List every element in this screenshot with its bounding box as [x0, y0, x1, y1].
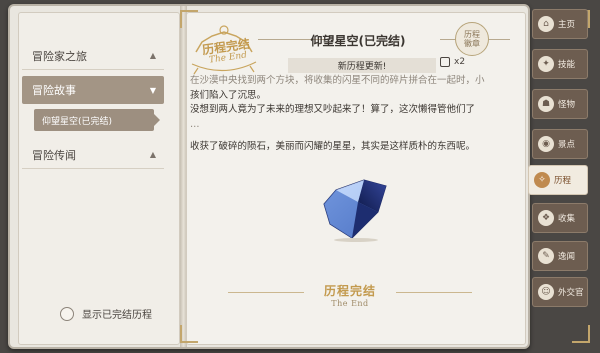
- update-banner: 新历程更新!: [288, 58, 436, 73]
- tab-label: 收集: [558, 214, 576, 224]
- radio-circle-icon[interactable]: [60, 306, 74, 321]
- badge-line: 历程: [464, 30, 480, 39]
- tab-collection[interactable]: ❖ 收集: [532, 203, 588, 233]
- edit-icon: [440, 57, 450, 67]
- tab-label: 主页: [558, 20, 576, 30]
- scenic-icon: ◉: [538, 136, 554, 152]
- corner-ornament: [572, 325, 590, 343]
- end-subtitle: The End: [331, 299, 369, 308]
- tab-label: 怪物: [558, 100, 576, 110]
- nav-item-label: 冒险故事: [32, 84, 76, 97]
- tab-monsters[interactable]: ☗ 怪物: [532, 89, 588, 119]
- end-divider: [396, 292, 472, 293]
- nav-item-label: 冒险家之旅: [32, 49, 87, 63]
- anecdote-icon: ✎: [538, 248, 554, 264]
- monster-icon: ☗: [538, 96, 554, 112]
- reward-count: x2: [454, 57, 466, 67]
- nav-item-adventurer-journey[interactable]: 冒险家之旅 ▲: [22, 42, 164, 70]
- toggle-label: 显示已完结历程: [82, 310, 152, 321]
- nav-subitem-label: 仰望星空(已完结): [42, 116, 113, 127]
- tab-journey[interactable]: ✧ 历程: [528, 165, 588, 195]
- tab-skills[interactable]: ✦ 技能: [532, 49, 588, 79]
- nav-item-label: 冒险传闻: [32, 148, 76, 162]
- tab-label: 景点: [558, 140, 576, 150]
- corner-ornament: [180, 325, 198, 343]
- home-icon: ⌂: [538, 16, 554, 32]
- meteorite-gem-icon: [323, 179, 387, 242]
- page-title: 仰望星空(已完结): [310, 34, 406, 48]
- tab-home[interactable]: ⌂ 主页: [532, 9, 588, 39]
- collect-icon: ❖: [538, 210, 554, 226]
- journey-icon: ✧: [534, 172, 550, 188]
- tab-anecdotes[interactable]: ✎ 逸闻: [532, 241, 588, 271]
- nav-item-adventure-rumors[interactable]: 冒险传闻 ▲: [22, 141, 164, 169]
- end-divider: [228, 292, 304, 293]
- badge-line: 徽章: [464, 39, 480, 48]
- tab-scenic-spots[interactable]: ◉ 景点: [532, 129, 588, 159]
- chevron-down-icon: ▼: [149, 85, 156, 95]
- nav-subitem-star-gazing[interactable]: 仰望星空(已完结): [34, 109, 160, 131]
- skill-icon: ✦: [538, 56, 554, 72]
- nav-item-adventure-story[interactable]: 冒险故事 ▼: [22, 76, 164, 104]
- chevron-up-icon: ▲: [149, 150, 156, 159]
- journey-badge: 历程 徽章: [455, 22, 489, 56]
- reward-indicator: x2: [440, 57, 465, 67]
- show-completed-toggle[interactable]: 显示已完结历程: [60, 306, 152, 321]
- tab-label: 历程: [554, 176, 572, 186]
- tab-label: 外交官: [558, 288, 584, 298]
- tab-label: 技能: [558, 60, 576, 70]
- end-title: 历程完结: [323, 284, 376, 298]
- story-line: 没想到两人竟为了未来的理想又吵起来了！算了，这次懒得管他们了: [190, 104, 476, 115]
- diplomat-icon: ☺: [538, 284, 554, 300]
- tab-label: 逸闻: [558, 252, 576, 262]
- story-line: …: [190, 118, 200, 130]
- chevron-up-icon: ▲: [149, 51, 156, 60]
- story-line: 在沙漠中央找到两个方块，将收集的闪星不同的碎片拼合在一起时，小: [190, 75, 485, 86]
- story-line: 孩们陷入了沉思。: [190, 89, 267, 101]
- tab-diplomat[interactable]: ☺ 外交官: [532, 277, 588, 307]
- story-text: 在沙漠中央找到两个方块，将收集的闪星不同的碎片拼合在一起时，小 孩们陷入了沉思。…: [190, 74, 510, 155]
- story-line: 收获了破碎的陨石，美丽而闪耀的星星，其实是这样质朴的东西呢。: [190, 141, 476, 152]
